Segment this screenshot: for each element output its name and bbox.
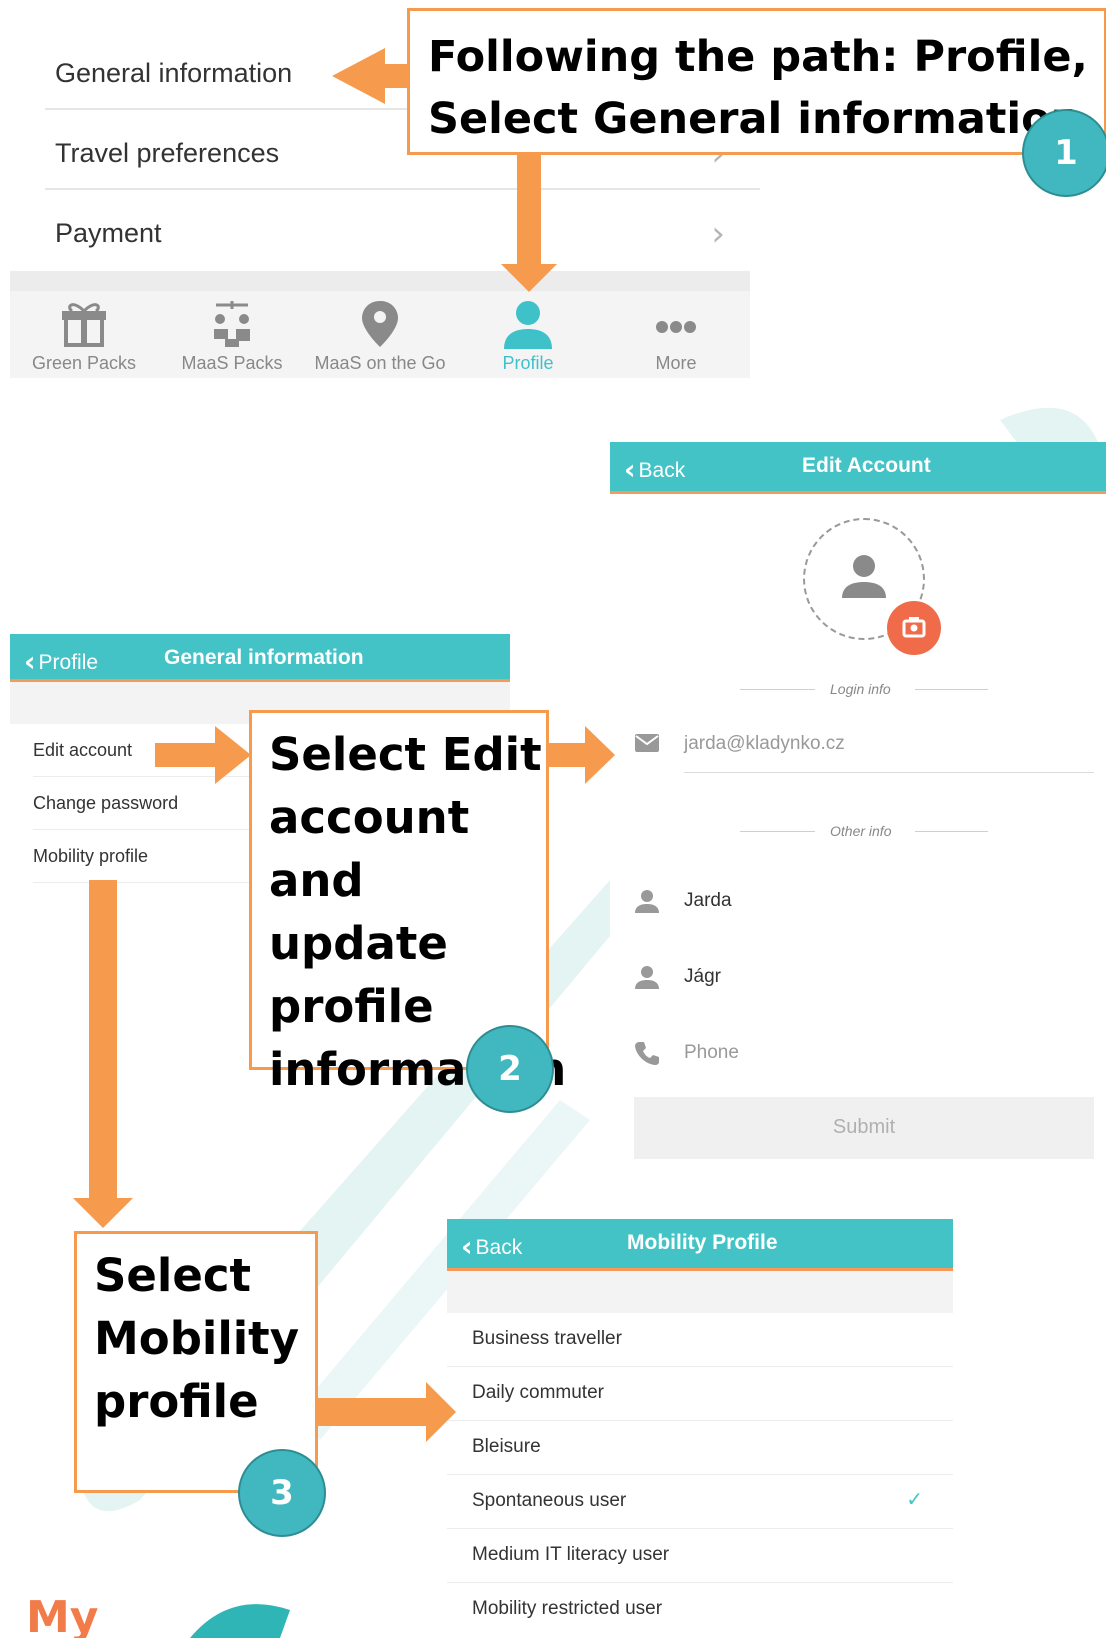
- tab-green-packs[interactable]: Green Packs: [10, 291, 158, 378]
- phone-field[interactable]: Phone: [684, 1042, 739, 1064]
- tab-label: MaaS Packs: [181, 353, 283, 373]
- back-button[interactable]: ‹ Back: [461, 1230, 522, 1263]
- menu-item-payment[interactable]: Payment ›: [45, 190, 760, 270]
- callout-line: Select Edit: [269, 728, 542, 781]
- list-item-mobility-profile[interactable]: Mobility profile: [33, 830, 253, 883]
- step-badge-1: 1: [1022, 109, 1106, 197]
- section-spacer: [447, 1271, 953, 1313]
- list-item-bleisure[interactable]: Bleisure: [447, 1421, 953, 1475]
- phone-icon: [635, 1042, 659, 1065]
- page-title: Edit Account: [802, 454, 931, 477]
- callout-line: account: [269, 791, 470, 844]
- checkmark-icon: ✓: [906, 1487, 923, 1511]
- tab-maas-packs[interactable]: MaaS Packs: [158, 291, 306, 378]
- list-item-label: Change password: [33, 793, 179, 813]
- list-item-business-traveller[interactable]: Business traveller: [447, 1313, 953, 1367]
- brand-logo: My: [26, 1592, 99, 1638]
- callout-line: and update: [269, 854, 448, 970]
- callout-line: Following the path: Profile,: [428, 32, 1088, 82]
- chevron-left-icon: ‹: [624, 453, 636, 486]
- menu-item-label: General information: [55, 58, 293, 88]
- back-label: Back: [638, 459, 686, 482]
- gift-icon: [62, 303, 106, 347]
- chevron-left-icon: ‹: [461, 1230, 473, 1263]
- tab-maas-on-the-go[interactable]: MaaS on the Go: [306, 291, 454, 378]
- list-item-daily-commuter[interactable]: Daily commuter: [447, 1367, 953, 1421]
- tab-label: Green Packs: [31, 353, 137, 373]
- callout-line: Select: [94, 1249, 252, 1302]
- callout-line: Mobility: [94, 1312, 300, 1365]
- back-button[interactable]: ‹ Profile: [24, 645, 98, 678]
- mobility-profile-header: ‹ Back Mobility Profile: [447, 1219, 953, 1271]
- map-pin-icon: [362, 301, 398, 347]
- last-name-field[interactable]: Jágr: [684, 966, 721, 988]
- first-name-field[interactable]: Jarda: [684, 890, 732, 912]
- bottom-tab-bar: Green Packs MaaS Packs MaaS on the Go Pr…: [10, 271, 750, 378]
- user-icon: [842, 555, 886, 598]
- page-title: Mobility Profile: [627, 1231, 778, 1254]
- list-item-label: Daily commuter: [472, 1382, 604, 1403]
- callout-line: profile: [94, 1375, 259, 1428]
- person-icon: [635, 966, 659, 989]
- camera-icon: [902, 617, 926, 638]
- back-label: Back: [475, 1236, 523, 1259]
- section-label-login-info: Login info: [830, 681, 891, 697]
- person-icon: [635, 890, 659, 913]
- list-item-mobility-restricted-user[interactable]: Mobility restricted user: [447, 1583, 953, 1637]
- menu-item-label: Payment: [55, 218, 162, 248]
- chevron-left-icon: ‹: [24, 645, 36, 678]
- back-label: Profile: [38, 651, 99, 674]
- list-item-label: Bleisure: [472, 1436, 541, 1457]
- camera-button[interactable]: [887, 601, 941, 655]
- tab-label: More: [655, 353, 697, 373]
- list-item-spontaneous-user[interactable]: Spontaneous user ✓: [447, 1475, 953, 1529]
- back-button[interactable]: ‹ Back: [624, 453, 685, 486]
- section-label-other-info: Other info: [830, 823, 892, 839]
- list-item-label: Mobility restricted user: [472, 1598, 663, 1619]
- user-icon: [504, 301, 552, 349]
- chevron-right-icon: ›: [711, 214, 725, 254]
- callout-step-1: Following the path: Profile, Select Gene…: [407, 8, 1106, 155]
- callout-line: Select General information: [428, 94, 1082, 144]
- edit-account-header: ‹ Back Edit Account: [610, 442, 1106, 494]
- list-item-medium-it-literacy-user[interactable]: Medium IT literacy user: [447, 1529, 953, 1583]
- mail-icon: [635, 734, 659, 752]
- divider-line: [915, 831, 988, 832]
- email-field[interactable]: jarda@kladynko.cz: [684, 733, 845, 755]
- divider-line: [740, 689, 815, 690]
- menu-item-label: Travel preferences: [55, 138, 280, 168]
- list-item-label: Medium IT literacy user: [472, 1544, 670, 1565]
- step-badge-3: 3: [238, 1449, 326, 1537]
- transport-modes-icon: [214, 301, 250, 347]
- tab-label: Profile: [502, 353, 554, 373]
- tab-profile[interactable]: Profile: [454, 291, 602, 378]
- divider-line: [915, 689, 988, 690]
- list-item-label: Business traveller: [472, 1328, 622, 1349]
- submit-button[interactable]: Submit: [634, 1097, 1094, 1159]
- step-badge-2: 2: [466, 1025, 554, 1113]
- general-info-header: ‹ Profile General information: [10, 634, 510, 682]
- divider-line: [740, 831, 815, 832]
- list-item-label: Edit account: [33, 740, 133, 760]
- email-underline: [684, 772, 1094, 773]
- list-item-label: Mobility profile: [33, 846, 149, 866]
- list-item-change-password[interactable]: Change password: [33, 777, 253, 830]
- list-item-label: Spontaneous user: [472, 1490, 627, 1511]
- callout-step-2: Select Edit account and update profile i…: [249, 710, 566, 1096]
- tab-label: MaaS on the Go: [314, 353, 446, 373]
- list-item-edit-account[interactable]: Edit account: [33, 724, 253, 777]
- page-title: General information: [164, 646, 364, 669]
- more-dots-icon: [656, 321, 696, 333]
- tab-more[interactable]: More: [602, 291, 750, 378]
